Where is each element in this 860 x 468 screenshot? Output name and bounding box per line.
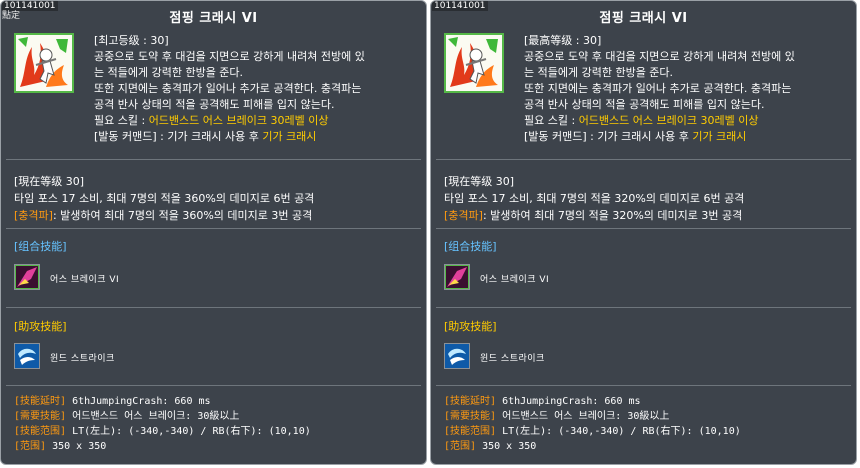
assist-skill-name: 윈드 스트라이크: [50, 354, 115, 364]
skill-tooltip-right: 101141001 점핑 크래시 VI [最高等级 : 30] 공중으로 도약 …: [430, 0, 857, 465]
divider: [436, 385, 851, 386]
jumping-crash-skill-icon: [444, 33, 504, 93]
meta-tag: [技能延时]: [444, 396, 497, 407]
meta-tag: [需要技能]: [444, 411, 497, 422]
meta-delay: [技能延时] 6thJumpingCrash: 660 ms: [444, 394, 741, 409]
skill-meta: [技能延时] 6thJumpingCrash: 660 ms [需要技能] 어드…: [444, 394, 741, 454]
skill-description: [최고등级 : 30] 공중으로 도약 후 대검을 지면으로 강하게 내려쳐 전…: [94, 33, 419, 145]
skill-tooltip-left: 101141001 點定 점핑 크래시 VI [최고등级 : 30] 공중으로 …: [0, 0, 427, 465]
meta-text: 6thJumpingCrash: 660 ms: [496, 396, 641, 407]
desc-line: 또한 지면에는 충격파가 일어나 추가로 공격한다. 충격파는: [524, 82, 792, 95]
required-skill-prefix: 필요 스킬 :: [524, 114, 579, 127]
desc-line: 공중으로 도약 후 대검을 지면으로 강하게 내려쳐 전방에 있: [524, 50, 795, 63]
current-level: [現在等级 30]: [444, 175, 515, 188]
meta-delay: [技能延时] 6thJumpingCrash: 660 ms: [14, 394, 311, 409]
meta-tag: [范围]: [444, 441, 477, 452]
meta-tag: [范围]: [14, 441, 47, 452]
shockwave-text: : 발생하여 최대 7명의 적을 360%의 데미지로 3번 공격: [52, 209, 313, 222]
divider: [6, 385, 421, 386]
current-level: [現在等级 30]: [14, 175, 85, 188]
desc-line: 는 적들에게 강력한 한방을 준다.: [94, 66, 244, 79]
skill-description: [最高等级 : 30] 공중으로 도약 후 대검을 지면으로 강하게 내려쳐 전…: [524, 33, 849, 145]
required-skill-line: 필요 스킬 : 어드밴스드 어스 브레이크 30레벨 이상: [524, 113, 849, 129]
combo-skills-header: [组合技能]: [14, 240, 67, 253]
divider: [436, 307, 851, 308]
desc-line: 공중으로 도약 후 대검을 지면으로 강하게 내려쳐 전방에 있: [94, 50, 365, 63]
command-value: 기가 크래시: [692, 130, 747, 143]
combo-skill-name: 어스 브레이크 VI: [50, 275, 120, 285]
desc-line: 공격 반사 상태의 적을 공격해도 피해를 입지 않는다.: [94, 98, 335, 111]
required-skill-line: 필요 스킬 : 어드밴스드 어스 브레이크 30레벨 이상: [94, 113, 419, 129]
meta-text: 350 x 350: [476, 441, 537, 452]
current-level-section: [現在等级 30] 타임 포스 17 소비, 최대 7명의 적을 360%의 데…: [14, 173, 314, 224]
meta-tag: [需要技能]: [14, 411, 67, 422]
max-level: [최고등级 : 30]: [94, 34, 169, 47]
effect-line: 타임 포스 17 소비, 최대 7명의 적을 360%의 데미지로 6번 공격: [14, 192, 315, 205]
required-skill-value: 어드밴스드 어스 브레이크 30레벨 이상: [578, 114, 759, 127]
skill-meta: [技能延时] 6thJumpingCrash: 660 ms [需要技能] 어드…: [14, 394, 311, 454]
meta-text: 350 x 350: [46, 441, 107, 452]
divider: [436, 159, 851, 160]
meta-area: [范围] 350 x 350: [444, 439, 741, 454]
desc-line: 공격 반사 상태의 적을 공격해도 피해를 입지 않는다.: [524, 98, 765, 111]
effect-line: 타임 포스 17 소비, 최대 7명의 적을 320%의 데미지로 6번 공격: [444, 192, 745, 205]
current-level-section: [現在等级 30] 타임 포스 17 소비, 최대 7명의 적을 320%의 데…: [444, 173, 744, 224]
meta-tag: [技能延时]: [14, 396, 67, 407]
divider: [6, 307, 421, 308]
divider: [6, 159, 421, 160]
wind-strike-skill-icon: [14, 343, 40, 369]
command-prefix: [발동 커맨드] : 기가 크래시 사용 후: [94, 130, 263, 143]
max-level: [最高等级 : 30]: [524, 34, 602, 47]
command-value: 기가 크래시: [262, 130, 317, 143]
required-skill-value: 어드밴스드 어스 브레이크 30레벨 이상: [148, 114, 329, 127]
meta-text: 6thJumpingCrash: 660 ms: [66, 396, 211, 407]
desc-line: 는 적들에게 강력한 한방을 준다.: [524, 66, 674, 79]
wind-strike-skill-icon: [444, 343, 470, 369]
meta-range: [技能范围] LT(左上): (-340,-340) / RB(右下): (10…: [14, 424, 311, 439]
meta-range: [技能范围] LT(左上): (-340,-340) / RB(右下): (10…: [444, 424, 741, 439]
combo-skills-header: [组合技能]: [444, 240, 497, 253]
meta-text: LT(左上): (-340,-340) / RB(右下): (10,10): [66, 426, 311, 437]
meta-tag: [技能范围]: [444, 426, 497, 437]
meta-text: LT(左上): (-340,-340) / RB(右下): (10,10): [496, 426, 741, 437]
assist-skills-header: [助攻技能]: [444, 320, 497, 333]
skill-title: 점핑 크래시 VI: [169, 11, 258, 26]
shockwave-tag: [충격파]: [444, 209, 483, 222]
skill-title: 점핑 크래시 VI: [599, 11, 688, 26]
desc-line: 또한 지면에는 충격파가 일어나 추가로 공격한다. 충격파는: [94, 82, 362, 95]
command-prefix: [발동 커맨드] : 기가 크래시 사용 후: [524, 130, 693, 143]
assist-skill-name: 윈드 스트라이크: [480, 354, 545, 364]
divider: [436, 228, 851, 229]
meta-required: [需要技能] 어드밴스드 어스 브레이크: 30級以上: [444, 409, 741, 424]
meta-tag: [技能范围]: [14, 426, 67, 437]
jumping-crash-skill-icon: [14, 33, 74, 93]
assist-skills-header: [助攻技能]: [14, 320, 67, 333]
command-line: [발동 커맨드] : 기가 크래시 사용 후 기가 크래시: [524, 129, 849, 145]
shockwave-text: : 발생하여 최대 7명의 적을 320%의 데미지로 3번 공격: [482, 209, 743, 222]
shockwave-line: [충격파]: 발생하여 최대 7명의 적을 360%의 데미지로 3번 공격: [14, 207, 314, 224]
command-line: [발동 커맨드] : 기가 크래시 사용 후 기가 크래시: [94, 129, 419, 145]
shockwave-tag: [충격파]: [14, 209, 53, 222]
meta-area: [范围] 350 x 350: [14, 439, 311, 454]
divider: [6, 228, 421, 229]
required-skill-prefix: 필요 스킬 :: [94, 114, 149, 127]
meta-text: 어드밴스드 어스 브레이크: 30級以上: [66, 411, 240, 422]
shockwave-line: [충격파]: 발생하여 최대 7명의 적을 320%의 데미지로 3번 공격: [444, 207, 744, 224]
earth-break-skill-icon: [444, 264, 470, 290]
earth-break-skill-icon: [14, 264, 40, 290]
meta-required: [需要技能] 어드밴스드 어스 브레이크: 30級以上: [14, 409, 311, 424]
meta-text: 어드밴스드 어스 브레이크: 30級以上: [496, 411, 670, 422]
combo-skill-name: 어스 브레이크 VI: [480, 275, 550, 285]
